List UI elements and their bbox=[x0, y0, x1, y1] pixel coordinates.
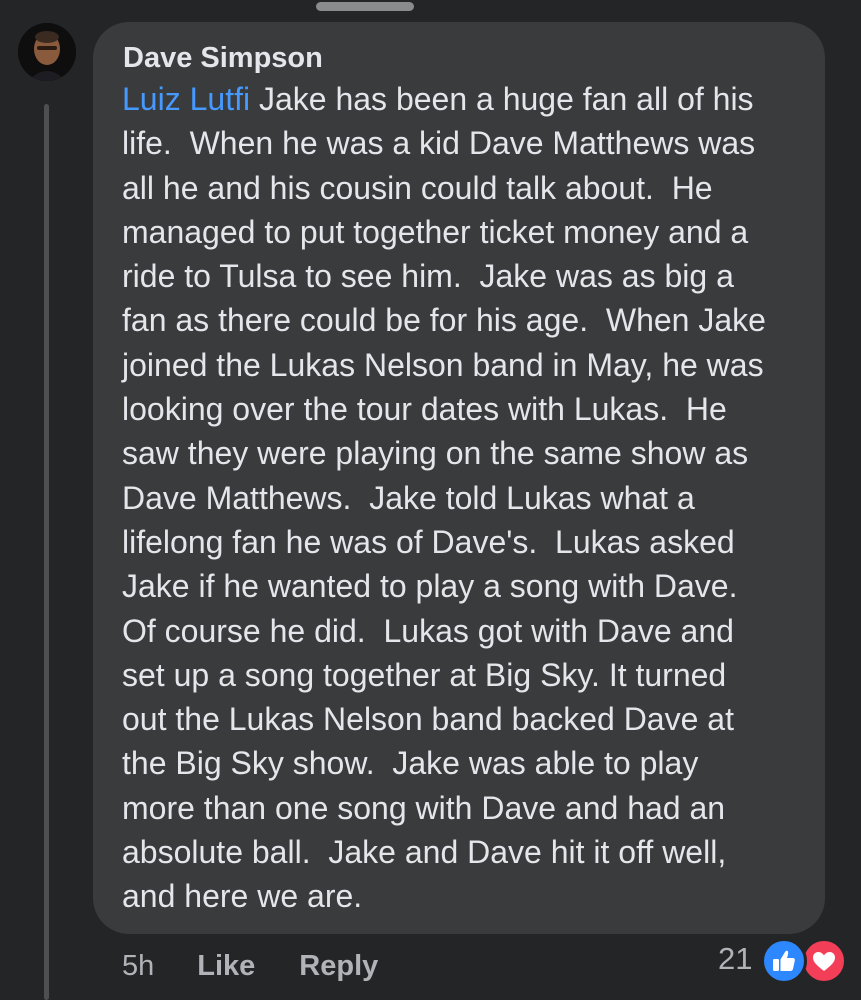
love-reaction-icon[interactable] bbox=[801, 938, 847, 984]
comment-line: life. When he was a kid Dave Matthews wa… bbox=[122, 125, 756, 162]
comment-line: Jake if he wanted to play a song with Da… bbox=[122, 568, 738, 605]
comment-line: out the Lukas Nelson band backed Dave at bbox=[122, 701, 734, 738]
comment-line: saw they were playing on the same show a… bbox=[122, 435, 749, 472]
comment-line: more than one song with Dave and had an bbox=[122, 789, 726, 826]
sheet-drag-handle[interactable] bbox=[316, 2, 414, 11]
comment-line: Of course he did. Lukas got with Dave an… bbox=[122, 612, 734, 649]
comment-line: set up a song together at Big Sky. It tu… bbox=[122, 656, 727, 693]
comment-actions: 5h Like Reply bbox=[122, 945, 378, 987]
comment-line: looking over the tour dates with Lukas. … bbox=[122, 391, 727, 428]
like-reaction-icon[interactable] bbox=[761, 938, 807, 984]
comment-line: managed to put together ticket money and… bbox=[122, 213, 749, 250]
reply-button[interactable]: Reply bbox=[299, 950, 378, 983]
comment-line: Jake has been a huge fan all of his bbox=[250, 81, 754, 117]
comment-thread-screen: Dave Simpson Luiz Lutfi Jake has been a … bbox=[0, 0, 861, 1000]
comment-line: Dave Matthews. Jake told Lukas what a bbox=[122, 479, 695, 516]
comment-line: ride to Tulsa to see him. Jake was as bi… bbox=[122, 258, 734, 295]
comment-timestamp[interactable]: 5h bbox=[122, 950, 154, 983]
comment-line: the Big Sky show. Jake was able to play bbox=[122, 745, 699, 782]
avatar[interactable] bbox=[18, 23, 76, 81]
comment-body: Luiz Lutfi Jake has been a huge fan all … bbox=[122, 77, 812, 919]
mention-link[interactable]: Luiz Lutfi bbox=[122, 81, 250, 117]
comment-line: fan as there could be for his age. When … bbox=[122, 302, 766, 339]
comment-line: and here we are. bbox=[122, 878, 363, 915]
thread-connector-line bbox=[44, 104, 49, 1000]
comment-line: lifelong fan he was of Dave's. Lukas ask… bbox=[122, 523, 735, 560]
comment-line: absolute ball. Jake and Dave hit it off … bbox=[122, 834, 727, 871]
comment-author-name[interactable]: Dave Simpson bbox=[123, 42, 323, 75]
reaction-count[interactable]: 21 bbox=[718, 941, 752, 977]
like-button[interactable]: Like bbox=[197, 950, 255, 983]
heart-icon bbox=[813, 952, 835, 971]
comment-line: joined the Lukas Nelson band in May, he … bbox=[122, 346, 764, 383]
thumbs-up-icon bbox=[773, 950, 795, 971]
comment-line: all he and his cousin could talk about. … bbox=[122, 169, 713, 206]
profile-photo bbox=[18, 23, 76, 81]
